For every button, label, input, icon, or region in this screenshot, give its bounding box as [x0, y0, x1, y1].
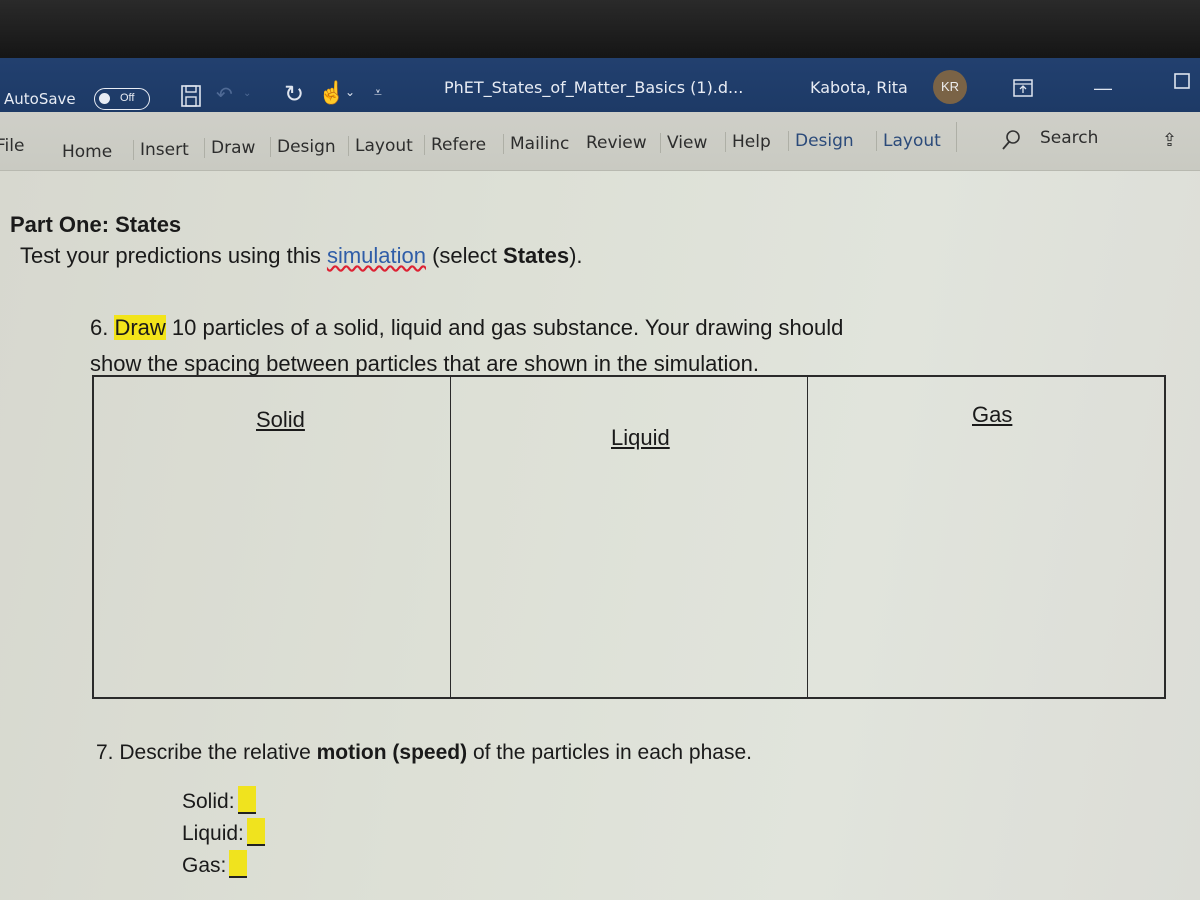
redo-icon[interactable]: ↻ — [284, 80, 304, 109]
chevron-down-icon[interactable]: ⌄ — [345, 85, 355, 99]
tab-help[interactable]: Help — [725, 132, 771, 152]
solid-cell[interactable]: Solid — [94, 377, 451, 697]
undo-icon[interactable]: ↶ — [216, 82, 233, 107]
ribbon-display-icon[interactable] — [1012, 78, 1034, 103]
question-text: 7. Describe the relative — [96, 741, 317, 764]
drawing-table: Solid Liquid Gas — [92, 375, 1166, 699]
liquid-header: Liquid — [611, 425, 670, 450]
simulation-link[interactable]: simulation — [327, 243, 426, 268]
gas-cell[interactable]: Gas — [808, 377, 1164, 697]
save-icon[interactable] — [180, 84, 202, 113]
highlighted-word: Draw — [114, 315, 166, 340]
question-number: 6. — [90, 315, 115, 340]
tab-references[interactable]: Refere — [424, 135, 486, 155]
gas-header: Gas — [972, 402, 1013, 427]
autosave-label: AutoSave — [4, 90, 76, 108]
question-6-line-1: 6. Draw 10 particles of a solid, liquid … — [90, 315, 843, 341]
intro-text: Test your predictions using this — [20, 243, 327, 268]
question-bold: motion (speed) — [316, 741, 468, 764]
ribbon-tabs: File Home Insert Draw Design Layout Refe… — [0, 112, 1200, 171]
answer-field-solid[interactable] — [237, 786, 256, 814]
minimize-icon[interactable]: — — [1094, 78, 1112, 99]
tab-view[interactable]: View — [660, 133, 707, 153]
share-icon[interactable]: ⇪ — [1162, 130, 1177, 151]
autosave-toggle[interactable]: Off — [94, 88, 150, 110]
question-text: of the particles in each phase. — [467, 741, 752, 764]
tab-file[interactable]: File — [0, 136, 24, 156]
toggle-knob — [99, 93, 110, 104]
touch-mode-icon[interactable]: ☝ — [318, 80, 345, 106]
search-icon[interactable] — [1000, 128, 1022, 157]
question-6-line-2: show the spacing between particles that … — [90, 351, 759, 376]
question-7: 7. Describe the relative motion (speed) … — [96, 741, 752, 765]
answer-gas: Gas: — [182, 850, 248, 878]
ribbon-divider — [956, 122, 958, 152]
answer-label: Gas: — [182, 854, 227, 877]
maximize-icon[interactable] — [1173, 72, 1191, 95]
user-name[interactable]: Kabota, Rita — [810, 78, 908, 97]
answer-field-gas[interactable] — [229, 850, 248, 878]
avatar[interactable]: KR — [933, 70, 967, 104]
tab-table-design[interactable]: Design — [788, 131, 854, 151]
intro-bold: States — [503, 243, 570, 268]
tab-layout[interactable]: Layout — [348, 136, 413, 156]
answer-solid: Solid: — [182, 786, 256, 814]
tab-table-layout[interactable]: Layout — [876, 131, 941, 151]
monitor-bezel — [0, 0, 1200, 62]
answer-field-liquid[interactable] — [246, 818, 265, 846]
answer-liquid: Liquid: — [182, 818, 265, 846]
search-box[interactable]: Search — [1040, 128, 1098, 148]
intro-paragraph: Test your predictions using this simulat… — [20, 243, 583, 269]
intro-text: ). — [569, 243, 583, 268]
customize-toolbar-icon[interactable]: ⩡ — [374, 84, 382, 101]
tab-home[interactable]: Home — [62, 142, 112, 162]
undo-dropdown-icon[interactable]: ⌄ — [243, 88, 251, 99]
question-text: 10 particles of a solid, liquid and gas … — [165, 315, 844, 340]
tab-design[interactable]: Design — [270, 137, 336, 157]
answer-label: Liquid: — [182, 822, 244, 845]
tab-mailings[interactable]: Mailinc — [503, 134, 569, 154]
tab-review[interactable]: Review — [586, 133, 647, 153]
tab-draw[interactable]: Draw — [204, 138, 255, 158]
answer-label: Solid: — [182, 790, 235, 813]
tab-insert[interactable]: Insert — [133, 140, 189, 160]
section-heading: Part One: States — [10, 212, 182, 237]
intro-text: (select — [425, 243, 504, 268]
solid-header: Solid — [256, 407, 305, 432]
autosave-state: Off — [120, 92, 135, 104]
document-title: PhET_States_of_Matter_Basics (1).d... — [444, 78, 744, 97]
liquid-cell[interactable]: Liquid — [451, 377, 808, 697]
